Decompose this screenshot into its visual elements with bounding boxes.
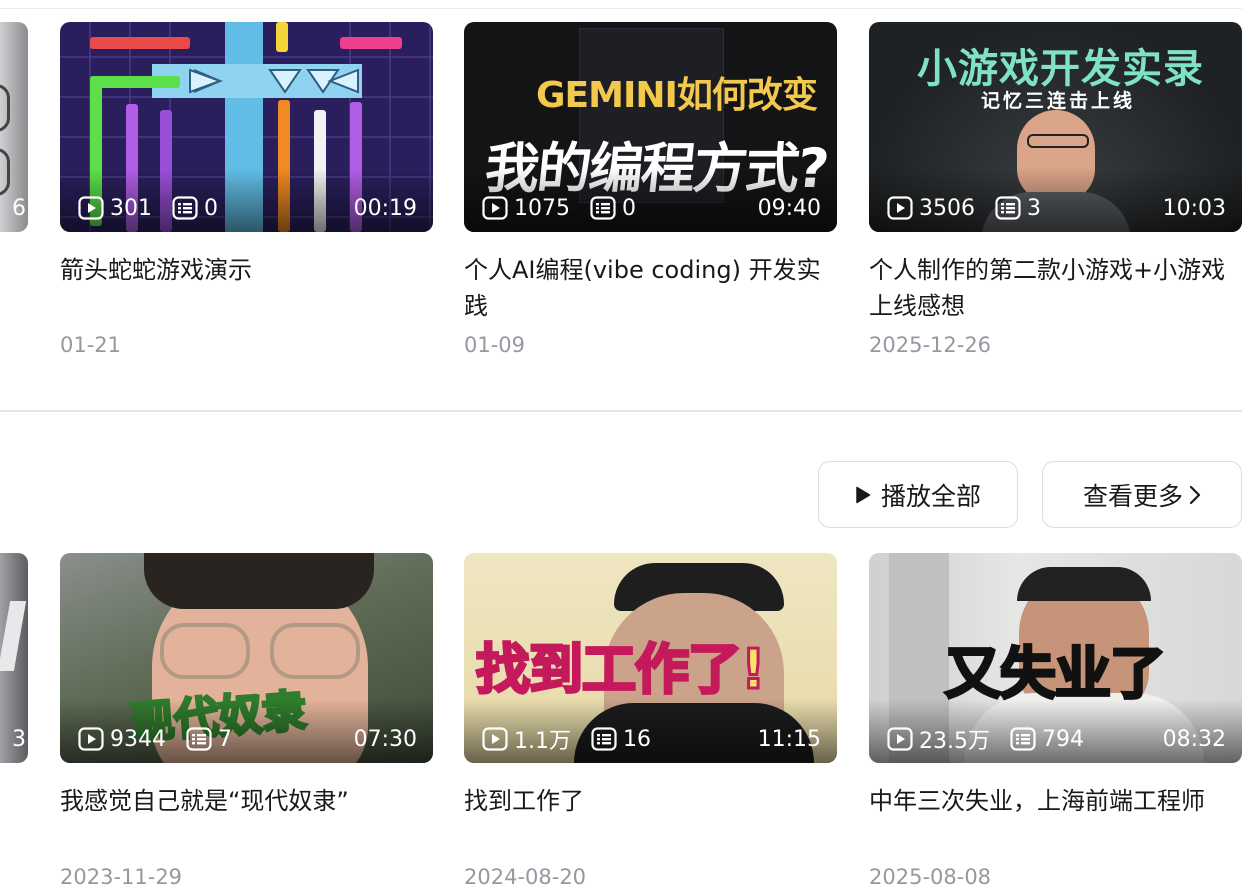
view-count-value: 301 — [110, 195, 152, 221]
video-stats: 3506 3 10:03 — [887, 195, 1226, 221]
danmaku-count-value: 3 — [1027, 195, 1041, 221]
danmaku-count-value: 0 — [204, 195, 218, 221]
presenter-hair — [144, 553, 374, 609]
video-card[interactable]: 现代奴隶 9344 7 07:30 我感觉自己就是“现代奴隶” — [60, 553, 433, 819]
view-count-value: 3506 — [919, 195, 975, 221]
presenter-glasses — [1027, 134, 1089, 148]
danmaku-count-value: 0 — [622, 195, 636, 221]
danmaku-count-value: 16 — [623, 726, 651, 752]
danmaku-count-icon — [172, 196, 198, 220]
danmaku-count: 0 — [172, 196, 218, 221]
danmaku-count-icon — [186, 727, 212, 751]
view-count-value: 9344 — [110, 726, 166, 752]
view-count-value: 1075 — [514, 195, 570, 221]
danmaku-count-icon — [591, 727, 617, 751]
video-stats: 1075 0 09:40 — [482, 195, 821, 221]
video-thumbnail[interactable]: 找到工作了! 1.1万 16 11:15 — [464, 553, 837, 763]
thumbnail-subheadline: 记忆三连击上线 — [981, 90, 1136, 112]
video-date: 2025-12-26 — [869, 333, 992, 357]
view-count-value: 23.5万 — [919, 729, 990, 754]
video-title[interactable]: 个人制作的第二款小游戏+小游戏上线感想 — [869, 252, 1242, 324]
danmaku-count: 0 — [590, 196, 636, 221]
video-stats: 1.1万 16 11:15 — [482, 723, 821, 755]
decor-shape — [0, 84, 10, 132]
play-count-icon — [482, 727, 508, 751]
video-duration: 00:19 — [353, 195, 417, 221]
danmaku-count: 794 — [1010, 727, 1084, 752]
video-card[interactable]: 又失业了 23.5万 794 08:32 中年三次失业，上海前端工程师 — [869, 553, 1242, 819]
video-date: 01-09 — [464, 333, 526, 357]
view-count: 9344 — [78, 727, 166, 752]
play-count-icon — [78, 727, 104, 751]
thumbnail-headline: 找到工作了! — [475, 637, 768, 703]
video-thumbnail[interactable]: 小游戏开发实录 记忆三连击上线 3506 3 10:03 — [869, 22, 1242, 232]
thumbnail-headline: 又失业了 — [944, 641, 1168, 709]
section-divider — [0, 410, 1242, 412]
play-icon — [855, 486, 871, 504]
video-stats: 301 0 00:19 — [78, 195, 417, 221]
play-count-icon — [887, 196, 913, 220]
play-count-icon — [482, 196, 508, 220]
partial-view-count: 3 — [12, 727, 26, 752]
view-count: 1075 — [482, 196, 570, 221]
video-title[interactable]: 找到工作了 — [464, 783, 837, 819]
video-card[interactable]: 301 0 00:19 箭头蛇蛇游戏演示 — [60, 22, 433, 288]
decor-shape — [0, 601, 27, 671]
danmaku-count-value: 7 — [218, 726, 232, 752]
video-thumbnail[interactable]: 现代奴隶 9344 7 07:30 — [60, 553, 433, 763]
view-count: 23.5万 — [887, 723, 990, 755]
play-all-label: 播放全部 — [880, 481, 981, 511]
view-more-label: 查看更多 — [1082, 481, 1183, 511]
video-stats: 23.5万 794 08:32 — [887, 723, 1226, 755]
video-card[interactable]: GEMINI如何改变 我的编程方式? 1075 0 09:40 个人AI编程(v… — [464, 22, 837, 324]
video-card[interactable]: 小游戏开发实录 记忆三连击上线 3506 3 10:03 个人制作的第二款小游戏… — [869, 22, 1242, 324]
video-thumbnail[interactable]: 301 0 00:19 — [60, 22, 433, 232]
danmaku-count-icon — [995, 196, 1021, 220]
partial-video-card[interactable]: 3 — [0, 553, 28, 763]
danmaku-count: 7 — [186, 727, 232, 752]
video-duration: 09:40 — [757, 195, 821, 221]
danmaku-count: 3 — [995, 196, 1041, 221]
video-stats: 9344 7 07:30 — [78, 726, 417, 752]
video-thumbnail[interactable]: GEMINI如何改变 我的编程方式? 1075 0 09:40 — [464, 22, 837, 232]
video-title[interactable]: 个人AI编程(vibe coding) 开发实践 — [464, 252, 837, 324]
play-count-icon — [887, 727, 913, 751]
view-more-button[interactable]: 查看更多 — [1042, 461, 1242, 528]
partial-video-card[interactable]: 6 — [0, 22, 28, 232]
presenter-hair — [1017, 567, 1151, 601]
video-duration: 07:30 — [353, 726, 417, 752]
video-duration: 11:15 — [757, 726, 821, 752]
thumbnail-headline: GEMINI如何改变 — [536, 75, 818, 116]
decor-shape — [0, 148, 10, 196]
view-count: 3506 — [887, 196, 975, 221]
video-thumbnail[interactable]: 又失业了 23.5万 794 08:32 — [869, 553, 1242, 763]
view-count: 1.1万 — [482, 723, 571, 755]
danmaku-count-icon — [1010, 727, 1036, 751]
video-date: 01-21 — [60, 333, 122, 357]
danmaku-count: 16 — [591, 727, 651, 752]
video-date: 2025-08-08 — [869, 865, 992, 889]
play-all-button[interactable]: 播放全部 — [818, 461, 1018, 528]
play-count-icon — [78, 196, 104, 220]
video-date: 2023-11-29 — [60, 865, 183, 889]
view-count-value: 1.1万 — [514, 729, 571, 754]
presenter-glasses-left — [160, 623, 250, 679]
video-title[interactable]: 中年三次失业，上海前端工程师 — [869, 783, 1242, 819]
presenter-glasses-right — [270, 623, 360, 679]
video-duration: 08:32 — [1162, 726, 1226, 752]
view-count: 301 — [78, 196, 152, 221]
partial-view-count: 6 — [12, 196, 26, 221]
video-title[interactable]: 我感觉自己就是“现代奴隶” — [60, 783, 433, 819]
danmaku-count-icon — [590, 196, 616, 220]
top-divider — [0, 8, 1242, 9]
video-date: 2024-08-20 — [464, 865, 587, 889]
video-duration: 10:03 — [1162, 195, 1226, 221]
video-title[interactable]: 箭头蛇蛇游戏演示 — [60, 252, 433, 288]
danmaku-count-value: 794 — [1042, 726, 1084, 752]
chevron-right-icon — [1189, 485, 1201, 505]
video-card[interactable]: 找到工作了! 1.1万 16 11:15 找到工作了 — [464, 553, 837, 819]
